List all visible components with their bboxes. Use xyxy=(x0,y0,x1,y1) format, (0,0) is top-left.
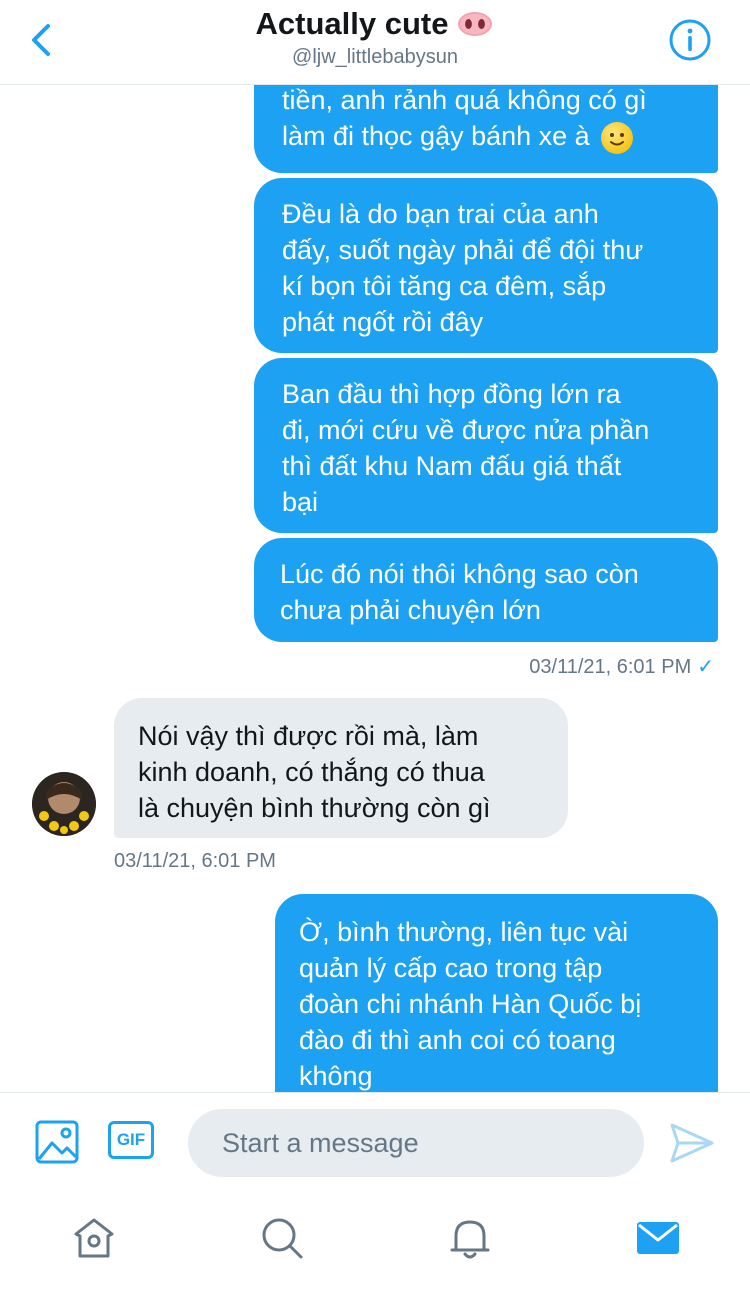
message-line: đoàn chi nhánh Hàn Quốc bị xyxy=(299,989,642,1019)
message-line: Đều là do bạn trai của anh xyxy=(282,199,599,229)
pig-nose-emoji-icon xyxy=(458,12,493,36)
message-line: làm đi thọc gậy bánh xe à xyxy=(282,121,590,151)
gif-icon[interactable]: GIF xyxy=(108,1121,154,1159)
message-bubble-outgoing[interactable]: Ờ, bình thường, liên tục vài quản lý cấp… xyxy=(275,894,718,1092)
message-thread[interactable]: tiền, anh rảnh quá không có gì làm đi th… xyxy=(0,84,750,1092)
message-line: chưa phải chuyện lớn xyxy=(280,595,541,625)
message-line-with-emoji: làm đi thọc gậy bánh xe à xyxy=(282,118,698,154)
conversation-title-text: Actually cute xyxy=(255,6,449,41)
info-icon[interactable] xyxy=(668,18,712,62)
avatar[interactable] xyxy=(32,772,96,836)
home-icon[interactable] xyxy=(70,1214,118,1262)
read-checkmark-icon: ✓ xyxy=(697,656,714,678)
message-timestamp-outgoing: 03/11/21, 6:01 PM ✓ xyxy=(529,654,714,679)
conversation-title: Actually cute xyxy=(256,6,495,42)
messages-icon[interactable] xyxy=(634,1214,682,1262)
message-line: phát ngốt rồi đây xyxy=(282,307,484,337)
image-icon[interactable] xyxy=(34,1119,80,1165)
message-bubble-outgoing[interactable]: Ban đầu thì hợp đồng lớn ra đi, mới cứu … xyxy=(254,358,718,533)
notifications-icon[interactable] xyxy=(446,1214,494,1262)
message-line: Nói vậy thì được rồi mà, làm xyxy=(138,721,479,751)
message-line: quản lý cấp cao trong tập xyxy=(299,953,603,983)
message-bubble-outgoing[interactable]: Đều là do bạn trai của anh đấy, suốt ngà… xyxy=(254,178,718,353)
message-line: đi, mới cứu về được nửa phần xyxy=(282,415,650,445)
message-line: bại xyxy=(282,487,319,517)
message-line: kinh doanh, có thắng có thua xyxy=(138,757,485,787)
message-line: không xyxy=(299,1061,373,1091)
message-timestamp-incoming: 03/11/21, 6:01 PM xyxy=(114,850,276,872)
message-line: Ban đầu thì hợp đồng lớn ra xyxy=(282,379,621,409)
message-line: kí bọn tôi tăng ca đêm, sắp xyxy=(282,271,607,301)
message-line: thì đất khu Nam đấu giá thất xyxy=(282,451,622,481)
message-line: Lúc đó nói thôi không sao còn xyxy=(280,559,639,589)
message-line: là chuyện bình thường còn gì xyxy=(138,793,491,823)
send-icon[interactable] xyxy=(668,1121,716,1165)
conversation-header: Actually cute @ljw_littlebabysun xyxy=(0,0,750,85)
message-bubble-outgoing[interactable]: tiền, anh rảnh quá không có gì làm đi th… xyxy=(254,84,718,173)
search-icon[interactable] xyxy=(258,1214,306,1262)
timestamp-text: 03/11/21, 6:01 PM xyxy=(529,656,692,678)
message-bubble-outgoing[interactable]: Lúc đó nói thôi không sao còn chưa phải … xyxy=(254,538,718,642)
message-composer: GIF xyxy=(0,1092,750,1193)
message-bubble-incoming[interactable]: Nói vậy thì được rồi mà, làm kinh doanh,… xyxy=(114,698,568,838)
message-line: đào đi thì anh coi có toang xyxy=(299,1025,616,1055)
message-line: Ờ, bình thường, liên tục vài xyxy=(299,917,629,947)
conversation-handle: @ljw_littlebabysun xyxy=(292,46,458,68)
bottom-tab-bar xyxy=(0,1192,750,1290)
title-block[interactable]: Actually cute @ljw_littlebabysun xyxy=(0,6,750,69)
slightly-smiling-face-icon xyxy=(601,121,634,154)
message-input[interactable] xyxy=(188,1109,644,1177)
message-line: đấy, suốt ngày phải để đội thư xyxy=(282,235,644,265)
message-line: tiền, anh rảnh quá không có gì xyxy=(282,85,647,115)
